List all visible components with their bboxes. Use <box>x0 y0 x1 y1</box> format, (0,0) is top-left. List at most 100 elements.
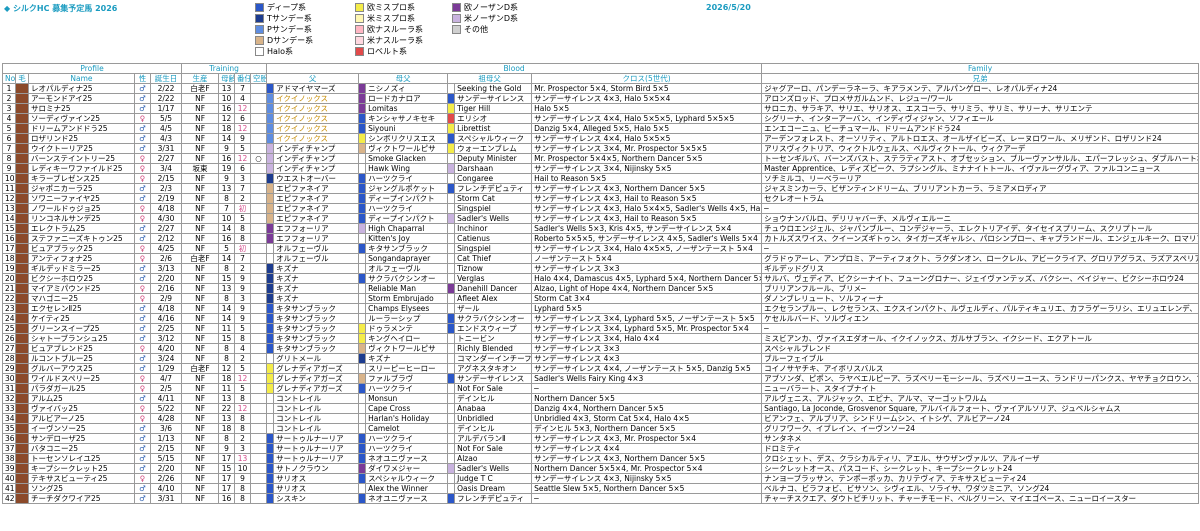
cell-siblings: ミスビアンカ、ヴァイスエダオール、イクイノックス、ガルサブラン、イクシード、エク… <box>761 333 1200 344</box>
cell-damsire: ザール <box>454 303 533 314</box>
cell-birthday: 3/6 <box>149 423 183 434</box>
cell-birthday: 2/3 <box>149 183 183 194</box>
cell-cross: ─ <box>531 493 763 504</box>
sire-line-swatch <box>266 343 275 354</box>
cell-sex: ♂ <box>134 233 151 244</box>
cell-farm: NF <box>181 303 220 314</box>
cell-empty <box>250 123 268 134</box>
cell-dam: ハーツクライ <box>365 383 449 394</box>
cell-empty <box>250 483 268 494</box>
cell-no: 20 <box>2 273 16 284</box>
cell-birthday: 2/6 <box>149 253 183 264</box>
table-row: 29 グルバーアウス25 ♂ 1/29 白老F 12 5 グレナディアガーズ スリーピーヒーロー… <box>2 363 1200 374</box>
cell-empty <box>250 353 268 364</box>
cell-age: 14 <box>218 133 236 144</box>
cell-farm: NF <box>181 183 220 194</box>
legend-item: 欧ノーザンD系 <box>452 2 518 12</box>
cell-sire: コントレイル <box>273 393 360 404</box>
coat-swatch <box>15 133 29 144</box>
legend-item: 欧ミスプロ系 <box>355 2 423 12</box>
dam-line-swatch <box>358 353 367 364</box>
dam-line-swatch <box>358 303 367 314</box>
cell-dam: Reliable Man <box>365 283 449 294</box>
cell-sex: ♀ <box>134 403 151 414</box>
cell-farm: 白老F <box>181 363 220 374</box>
coat-swatch <box>15 453 29 464</box>
cell-dam: サクラバクシンオー <box>365 273 449 284</box>
coat-swatch <box>15 443 29 454</box>
coat-swatch <box>15 383 29 394</box>
cell-no: 32 <box>2 393 16 404</box>
cell-name: ビクシーホロウ25 <box>28 273 135 284</box>
cell-farm: NF <box>181 403 220 414</box>
cell-dam: Camelot <box>365 423 449 434</box>
cell-siblings: グリフワーク、イブレイン、イーヴンソー24 <box>761 423 1200 434</box>
cell-sex: ♂ <box>134 393 151 404</box>
cell-siblings: スペシャルブレンド <box>761 343 1200 354</box>
table-row: 1 レオパルディナ25 ♂ 2/22 白老F 13 7 アドマイヤマーズ ニシノズィ Seekin… <box>2 83 1200 94</box>
dam-line-swatch <box>358 123 367 134</box>
cell-dam: オルフェーヴル <box>365 263 449 274</box>
cell-damsire: トニービン <box>454 333 533 344</box>
coat-swatch <box>15 423 29 434</box>
cell-birthday: 4/18 <box>149 203 183 214</box>
cell-siblings: チャーチスクエア、ダウトピチリット、チャーチモード、ベルグリーン、マイエゴペース… <box>761 493 1200 504</box>
cell-order: 3 <box>234 173 252 184</box>
coat-swatch <box>15 173 29 184</box>
cell-sire: インディチャンプ <box>273 163 360 174</box>
cell-damsire: Cat Thief <box>454 253 533 264</box>
cell-dam: ロードカナロア <box>365 93 449 104</box>
cell-siblings: ブリリアンフルール、ブリメ─ <box>761 283 1200 294</box>
cell-name: ビュアブラック25 <box>28 243 135 254</box>
cell-age: 16 <box>218 153 236 164</box>
cell-cross: サンデーサイレンス 3×4, Halo 4×4 <box>531 333 763 344</box>
cell-birthday: 4/10 <box>149 483 183 494</box>
sire-line-swatch <box>266 193 275 204</box>
cell-siblings: サロニカ、サラキア、サリエ、サリオス、エスコーラ、サリミラ、サリミ、サリーナ、サ… <box>761 103 1200 114</box>
cell-siblings: クロシェット、デス、クラシカルティリ、アエル、サウザンヴァルツ、アルイーザ <box>761 453 1200 464</box>
legend-item: Tサンデー系 <box>255 13 313 23</box>
cell-damsire: Sadler's Wells <box>454 463 533 474</box>
cell-empty <box>250 463 268 474</box>
cell-age: 17 <box>218 473 236 484</box>
cell-name: テキサスビューティ25 <box>28 473 135 484</box>
cell-order: 9 <box>234 273 252 284</box>
cell-cross: サンデーサイレンス 4×4, Halo 5×5×5, Lyphard 5×5×5 <box>531 113 763 124</box>
cell-sire: コントレイル <box>273 403 360 414</box>
cell-age: 9 <box>218 143 236 154</box>
cell-order: 8 <box>234 493 252 504</box>
sire-line-swatch <box>266 173 275 184</box>
table-row: 39 キープシークレット25 ♂ 2/20 NF 15 10 サトノクラウン ダイワメジャー Sa… <box>2 463 1200 474</box>
dam-line-swatch <box>358 493 367 504</box>
cell-cross: Unbridled 4×3, Storm Cat 5×4, Halo 4×5 <box>531 413 763 424</box>
damsire-line-swatch <box>447 173 456 184</box>
cell-siblings: ギルデッドグリス <box>761 263 1200 274</box>
cell-order: 12 <box>234 103 252 114</box>
cell-age: 12 <box>218 363 236 374</box>
cell-farm: NF <box>181 473 220 484</box>
cell-birthday: 1/17 <box>149 103 183 114</box>
group-training: Training <box>181 63 268 74</box>
legend-label: ロベルト系 <box>367 46 407 56</box>
dam-line-swatch <box>358 83 367 94</box>
cell-siblings: ナンヨーブラッサン、テンポーポッカ、カリテヴィア、テキサスビューティ24 <box>761 473 1200 484</box>
cell-age: 13 <box>218 83 236 94</box>
cell-birthday: 1/13 <box>149 433 183 444</box>
cell-dam: ヴィクトワールピサ <box>365 343 449 354</box>
coat-swatch <box>15 143 29 154</box>
cell-sire: キズナ <box>273 293 360 304</box>
cell-sex: ♂ <box>134 263 151 274</box>
cell-cross: Mr. Prospector 5×4×5, Northern Dancer 5×… <box>531 153 763 164</box>
damsire-line-swatch <box>447 273 456 284</box>
cell-damsire: Sadler's Wells <box>454 213 533 224</box>
cell-no: 4 <box>2 113 16 124</box>
cell-sire: シスキン <box>273 493 360 504</box>
cell-sire: キズナ <box>273 273 360 284</box>
cell-birthday: 4/11 <box>149 393 183 404</box>
table-row: 7 ウイクトーリア25 ♂ 3/31 NF 9 5 インディチャンプ ヴィクトワールピサ ウォーエ… <box>2 143 1200 154</box>
cell-order: 9 <box>234 283 252 294</box>
cell-order: 8 <box>234 233 252 244</box>
cell-birthday: 4/7 <box>149 373 183 384</box>
group-family: Family <box>761 63 1200 74</box>
damsire-line-swatch <box>447 143 456 154</box>
